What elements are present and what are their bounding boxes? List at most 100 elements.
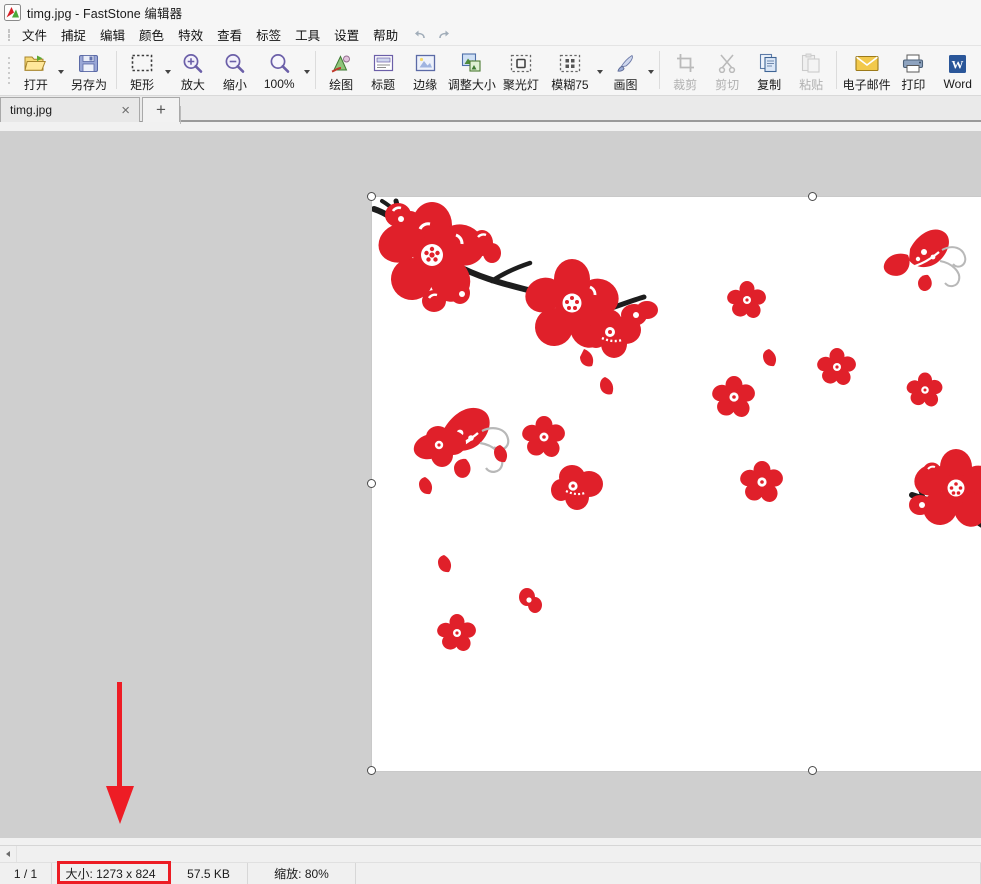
status-zoom-level: 缩放: 80% — [248, 862, 356, 884]
caption-icon — [373, 52, 394, 74]
scroll-left-arrow-icon[interactable] — [0, 845, 17, 863]
redo-icon[interactable] — [437, 29, 451, 41]
toolbar-draw[interactable]: 绘图 — [320, 49, 362, 93]
toolbar-zoom-in[interactable]: 放大 — [172, 49, 214, 93]
toolbar-paint-label: 画图 — [613, 78, 638, 92]
selection-handle-bottom-center[interactable] — [808, 766, 817, 775]
toolbar-paint-dropdown[interactable] — [647, 49, 656, 93]
menu-tags[interactable]: 标签 — [249, 23, 288, 46]
printer-icon — [902, 52, 924, 74]
selection-handle-top-left[interactable] — [367, 192, 376, 201]
toolbar-draw-label: 绘图 — [329, 78, 354, 92]
menu-edit[interactable]: 编辑 — [93, 23, 132, 46]
toolbar-paste[interactable]: 粘贴 — [790, 49, 832, 93]
menu-file[interactable]: 文件 — [15, 23, 54, 46]
toolbar-open-dropdown[interactable] — [57, 49, 66, 93]
title-bar: timg.jpg - FastStone 编辑器 — [0, 0, 981, 24]
main-toolbar: 打开 另存为 矩形 放大 缩小 100% 绘图 标题 边缘 调整大小 聚光灯 模… — [0, 46, 981, 96]
menu-tools[interactable]: 工具 — [288, 23, 327, 46]
toolbar-crop-label: 裁剪 — [673, 78, 698, 92]
toolbar-border[interactable]: 边缘 — [404, 49, 446, 93]
toolbar-paste-label: 粘贴 — [799, 78, 824, 92]
bud-small-center — [450, 282, 470, 304]
toolbar-crop[interactable]: 裁剪 — [664, 49, 706, 93]
border-icon — [415, 52, 436, 74]
tab-rail — [181, 96, 981, 121]
tab-label: timg.jpg — [10, 103, 53, 117]
crop-icon — [675, 52, 696, 74]
magnifier-icon — [269, 52, 290, 75]
scrollbar-track[interactable] — [17, 845, 981, 863]
toolbar-save-as[interactable]: 另存为 — [66, 49, 113, 93]
toolbar-resize[interactable]: 调整大小 — [446, 49, 497, 93]
toolbar-print-label: 打印 — [901, 78, 926, 92]
tab-bar: timg.jpg × + — [0, 96, 981, 124]
toolbar-drag-grip[interactable] — [6, 49, 11, 89]
bud-lower-branch — [422, 290, 446, 312]
toolbar-border-label: 边缘 — [413, 78, 438, 92]
toolbar-word[interactable]: W Word — [934, 49, 981, 93]
toolbar-blur[interactable]: 模糊75 — [544, 49, 595, 93]
draw-brush-icon — [330, 52, 352, 74]
plum-blossom-butterfly-artwork[interactable] — [372, 197, 981, 771]
toolbar-copy[interactable]: 复制 — [748, 49, 790, 93]
undo-icon[interactable] — [413, 29, 427, 41]
toolbar-rectangle[interactable]: 矩形 — [121, 49, 163, 93]
toolbar-spotlight[interactable]: 聚光灯 — [498, 49, 545, 93]
marquee-icon — [131, 52, 153, 74]
toolbar-copy-label: 复制 — [757, 78, 782, 92]
blur-icon — [559, 52, 581, 74]
toolbar-zoom-100[interactable]: 100% — [256, 49, 303, 93]
toolbar-zoom-out[interactable]: 缩小 — [214, 49, 256, 93]
menu-effects[interactable]: 特效 — [171, 23, 210, 46]
menu-view[interactable]: 查看 — [210, 23, 249, 46]
status-bar: 1 / 1 大小: 1273 x 824 57.5 KB 缩放: 80% — [0, 862, 981, 884]
horizontal-scrollbar[interactable] — [0, 845, 981, 863]
tab-timg-jpg[interactable]: timg.jpg × — [0, 97, 140, 122]
toolbar-blur-label: 模糊75 — [551, 78, 589, 92]
toolbar-paint[interactable]: 画图 — [605, 49, 647, 93]
new-tab-button[interactable]: + — [142, 97, 180, 122]
toolbar-rectangle-dropdown[interactable] — [163, 49, 172, 93]
open-folder-icon — [24, 52, 47, 74]
toolbar-open[interactable]: 打开 — [15, 49, 57, 93]
svg-text:W: W — [952, 57, 964, 71]
window-title: timg.jpg - FastStone 编辑器 — [27, 6, 183, 21]
toolbar-caption[interactable]: 标题 — [362, 49, 404, 93]
status-page-indicator: 1 / 1 — [0, 862, 52, 884]
paste-icon — [801, 52, 821, 74]
image-workspace[interactable] — [0, 131, 981, 838]
selection-handle-middle-left[interactable] — [367, 479, 376, 488]
selection-handle-top-center[interactable] — [808, 192, 817, 201]
resize-icon — [461, 52, 482, 74]
magnifier-plus-icon — [182, 52, 203, 74]
selection-handle-bottom-left[interactable] — [367, 766, 376, 775]
status-file-size: 57.5 KB — [170, 862, 248, 884]
menu-help[interactable]: 帮助 — [366, 23, 405, 46]
toolbar-spotlight-label: 聚光灯 — [502, 78, 539, 92]
tab-rail-edge — [180, 106, 181, 124]
menu-color[interactable]: 颜色 — [132, 23, 171, 46]
menu-capture[interactable]: 捕捉 — [54, 23, 93, 46]
toolbar-zoom-in-label: 放大 — [180, 78, 205, 92]
menu-settings[interactable]: 设置 — [327, 23, 366, 46]
faststone-image-viewer-window: timg.jpg - FastStone 编辑器 文件 捕捉 编辑 颜色 特效 … — [0, 0, 981, 884]
toolbar-separator-4 — [836, 51, 837, 89]
toolbar-open-label: 打开 — [23, 78, 48, 92]
toolbar-separator-1 — [116, 51, 118, 89]
toolbar-blur-dropdown[interactable] — [596, 49, 605, 93]
status-image-size: 大小: 1273 x 824 — [52, 862, 170, 884]
toolbar-print[interactable]: 打印 — [892, 49, 934, 93]
toolbar-zoom-dropdown[interactable] — [303, 49, 312, 93]
toolbar-resize-label: 调整大小 — [447, 78, 496, 92]
artwork-svg — [372, 197, 981, 771]
bud-lower-right — [909, 495, 931, 515]
toolbar-separator-3 — [659, 51, 661, 89]
bud-lower-right-2 — [923, 462, 941, 480]
toolbar-caption-label: 标题 — [371, 78, 396, 92]
close-icon[interactable]: × — [118, 103, 133, 118]
toolbar-cut[interactable]: 剪切 — [706, 49, 748, 93]
menu-drag-grip[interactable] — [6, 27, 12, 43]
faststone-logo-icon — [4, 3, 21, 21]
toolbar-email[interactable]: 电子邮件 — [841, 49, 892, 93]
